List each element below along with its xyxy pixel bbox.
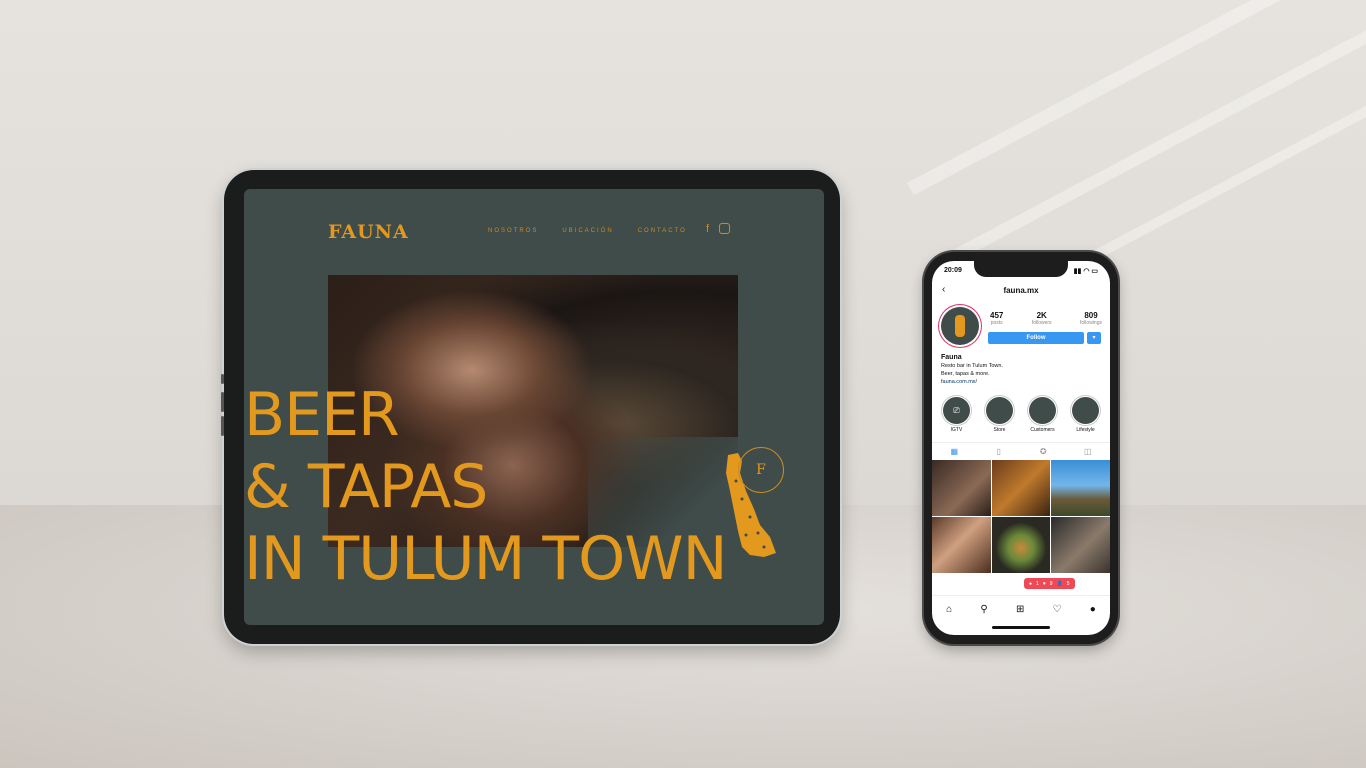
nav-item-nosotros[interactable]: NOSOTROS — [488, 228, 538, 234]
grid-icon[interactable]: ▦ — [932, 443, 977, 461]
instagram-icon[interactable] — [719, 223, 731, 234]
grid-photo[interactable] — [932, 517, 991, 573]
bio-line-2: Beer, tapas & more. — [941, 371, 990, 377]
profile-stats: 457 posts 2K followers 809 followings — [990, 311, 1102, 326]
headline-line-1: BEER — [244, 380, 400, 450]
avatar[interactable] — [941, 307, 979, 345]
website-screen: FAUNA NOSOTROS UBICACIÓN CONTACTO f F BE… — [244, 189, 824, 625]
profile-tabs: ▦ ▯ ✪ ◫ — [932, 442, 1110, 461]
home-indicator — [992, 626, 1050, 629]
profile-name: Fauna — [941, 354, 962, 361]
igtv-icon: ⎚ — [943, 397, 970, 424]
headline-line-2: & TAPAS — [244, 452, 488, 522]
tablet-button — [221, 416, 224, 436]
highlight-lifestyle[interactable]: Lifestyle — [1067, 397, 1104, 433]
stat-followings[interactable]: 809 followings — [1080, 311, 1102, 326]
site-logo[interactable]: FAUNA — [328, 221, 409, 243]
bio-line-1: Resto bar in Tulum Town. — [941, 363, 1003, 369]
activity-badge[interactable]: ● 1 ♥ 9 👤 5 — [1024, 578, 1075, 589]
profile-bio: Fauna Resto bar in Tulum Town. Beer, tap… — [941, 354, 1003, 386]
tablet-device: FAUNA NOSOTROS UBICACIÓN CONTACTO f F BE… — [221, 170, 840, 644]
story-highlights: ⎚ IGTV Store Customers Lifestyle — [938, 397, 1104, 433]
stat-followers[interactable]: 2K followers — [1032, 311, 1052, 326]
highlight-customers[interactable]: Customers — [1024, 397, 1061, 433]
stat-posts[interactable]: 457 posts — [990, 311, 1003, 326]
tablet-button — [221, 392, 224, 412]
bio-link[interactable]: fauna.com.mx/ — [941, 378, 1003, 386]
grid-photo[interactable] — [1051, 517, 1110, 573]
add-post-icon[interactable]: ⊞ — [1016, 604, 1024, 615]
social-icons: f — [706, 223, 731, 235]
phone-device: 20:09 ▮▮ ◠ ▭ ‹ fauna.mx 457 posts 2K follo… — [924, 252, 1118, 644]
nav-item-ubicacion[interactable]: UBICACIÓN — [562, 228, 613, 234]
grid-photo[interactable] — [991, 517, 1051, 573]
feed-icon[interactable]: ▯ — [977, 443, 1022, 461]
profile-icon[interactable]: ● — [1090, 604, 1096, 615]
bottom-nav: ⌂ ⚲ ⊞ ♡ ● — [932, 595, 1110, 622]
chevron-down-icon[interactable]: ▾ — [1087, 332, 1101, 344]
site-nav: NOSOTROS UBICACIÓN CONTACTO — [488, 228, 711, 234]
brand-emblem: F — [738, 447, 784, 493]
photo-grid — [932, 460, 1110, 573]
search-icon[interactable]: ⚲ — [980, 604, 987, 615]
cheetah-icon — [955, 315, 965, 337]
home-icon[interactable]: ⌂ — [946, 604, 952, 615]
person-icon: 👤 — [1056, 580, 1063, 587]
follow-button[interactable]: Follow — [988, 332, 1084, 344]
signal-icon: ▮▮ ◠ ▭ — [1073, 268, 1098, 275]
grid-photo[interactable] — [932, 460, 991, 516]
status-bar: 20:09 ▮▮ ◠ ▭ — [944, 267, 1098, 275]
heart-icon: ♥ — [1042, 580, 1046, 587]
facebook-icon[interactable]: f — [706, 223, 709, 235]
grid-photo[interactable] — [991, 460, 1051, 516]
tagged-icon[interactable]: ◫ — [1066, 443, 1111, 461]
heart-icon[interactable]: ♡ — [1053, 604, 1062, 615]
tablet-button — [221, 374, 224, 384]
instagram-screen: 20:09 ▮▮ ◠ ▭ ‹ fauna.mx 457 posts 2K follo… — [932, 261, 1110, 635]
highlight-igtv[interactable]: ⎚ IGTV — [938, 397, 975, 433]
guides-icon[interactable]: ✪ — [1021, 443, 1066, 461]
comment-icon: ● — [1029, 580, 1033, 587]
profile-username: fauna.mx — [1003, 286, 1039, 295]
status-time: 20:09 — [944, 267, 962, 274]
headline-line-3: IN TULUM TOWN — [244, 524, 727, 594]
highlight-store[interactable]: Store — [981, 397, 1018, 433]
hero-headline: BEER & TAPAS IN TULUM TOWN — [244, 379, 727, 595]
grid-photo[interactable] — [1051, 460, 1110, 516]
nav-item-contacto[interactable]: CONTACTO — [638, 228, 687, 234]
